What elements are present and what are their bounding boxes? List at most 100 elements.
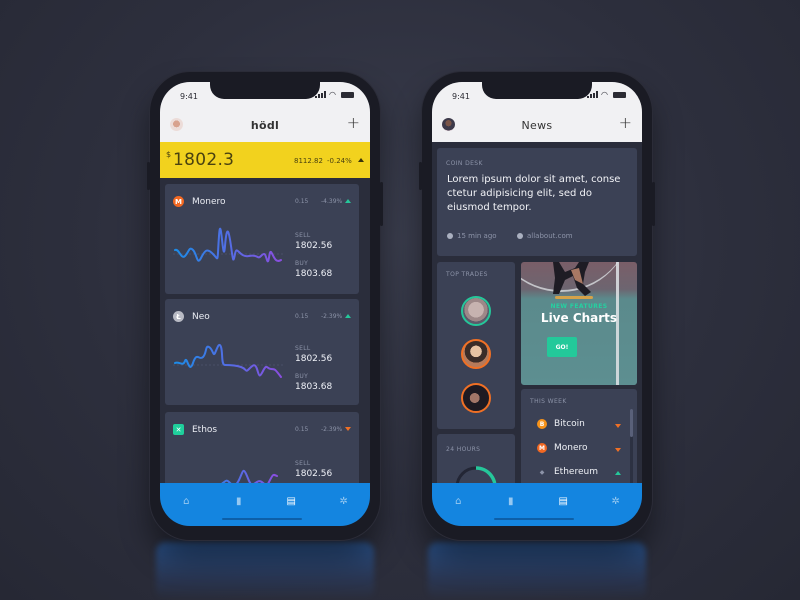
monero-icon: M	[537, 443, 547, 453]
portfolio-change: -0.24%	[327, 157, 352, 165]
right-phone: 9:41 ◠ News + COIN DESK Lorem ipsum dolo…	[419, 72, 655, 540]
trend-down-icon	[345, 427, 351, 431]
sell-price: 1802.56	[295, 469, 333, 479]
trend-up-icon	[615, 471, 621, 475]
sell-label: SELL	[295, 460, 311, 467]
app-title: News	[521, 118, 553, 132]
tab-stats-icon[interactable]: ▮	[229, 492, 249, 512]
promo-subtitle: NEW FEATURES	[550, 303, 608, 310]
home-indicator[interactable]	[494, 518, 574, 520]
tab-bar: ⌂ ▮ ▤ ✲	[432, 483, 642, 526]
tab-bar: ⌂ ▮ ▤ ✲	[160, 483, 370, 526]
coin-name: Bitcoin	[554, 419, 585, 429]
currency-symbol: $	[166, 150, 172, 159]
power-button	[652, 182, 655, 226]
app-title: hödl	[250, 118, 280, 132]
battery-icon	[341, 91, 354, 98]
trend-down-icon	[615, 424, 621, 428]
monero-icon: M	[173, 196, 184, 207]
news-time: 15 min ago	[457, 232, 497, 240]
week-item-bitcoin[interactable]: B Bitcoin	[537, 419, 585, 429]
trend-up-icon	[345, 199, 351, 203]
week-item-ethereum[interactable]: ◆ Ethereum	[537, 467, 598, 477]
coin-name: Ethereum	[554, 467, 598, 477]
portfolio-volume: 8112.82	[294, 157, 323, 165]
tab-stats-icon[interactable]: ▮	[501, 492, 521, 512]
globe-icon	[517, 233, 523, 239]
go-button[interactable]: GO!	[547, 337, 577, 357]
coin-name: Monero	[554, 443, 588, 453]
buy-price: 1803.68	[295, 269, 333, 279]
portfolio-value: 1802.3	[173, 150, 235, 170]
litecoin-icon: Ł	[173, 311, 184, 322]
tab-settings-icon[interactable]: ✲	[334, 492, 354, 512]
ethos-icon: ✕	[173, 424, 184, 435]
scrollbar-thumb[interactable]	[630, 409, 633, 437]
portfolio-price-bar: $ 1802.3 8112.82 -0.24%	[160, 142, 370, 178]
left-phone-reflection	[156, 542, 374, 600]
tab-news-icon[interactable]: ▤	[281, 492, 301, 512]
right-screen: 9:41 ◠ News + COIN DESK Lorem ipsum dolo…	[432, 82, 642, 526]
week-item-monero[interactable]: M Monero	[537, 443, 588, 453]
volume-button	[147, 162, 150, 190]
sparkline-chart	[173, 343, 283, 378]
tab-news-icon[interactable]: ▤	[553, 492, 573, 512]
coin-change: -4.39%	[321, 198, 343, 205]
trader-avatar[interactable]	[461, 296, 491, 326]
coin-change: -2.39%	[321, 313, 343, 320]
coin-card-neo[interactable]: Ł Neo 0.15 -2.39% SELL 1802.56 BUY 1803.…	[165, 299, 359, 405]
top-trades-panel: TOP TRADES	[437, 262, 515, 429]
news-card[interactable]: COIN DESK Lorem ipsum dolor sit amet, co…	[437, 148, 637, 256]
coin-quantity: 0.15	[295, 426, 309, 433]
clock-icon	[447, 233, 453, 239]
wifi-icon: ◠	[601, 90, 608, 99]
buy-label: BUY	[295, 260, 309, 267]
tab-settings-icon[interactable]: ✲	[606, 492, 626, 512]
news-headline: Lorem ipsum dolor sit amet, conse ctetur…	[447, 174, 621, 213]
trader-avatar[interactable]	[461, 339, 491, 369]
trend-down-icon	[615, 448, 621, 452]
top-trades-label: TOP TRADES	[446, 271, 488, 278]
tab-home-icon[interactable]: ⌂	[448, 492, 468, 512]
notch	[482, 82, 592, 99]
promo-title: Live Charts	[540, 311, 618, 325]
this-week-label: THIS WEEK	[530, 398, 567, 405]
coin-quantity: 0.15	[295, 198, 309, 205]
tab-home-icon[interactable]: ⌂	[176, 492, 196, 512]
coin-card-monero[interactable]: M Monero 0.15 -4.39% SELL 1802.56 BUY 18…	[165, 184, 359, 294]
sell-label: SELL	[295, 345, 311, 352]
scrollbar[interactable]	[630, 409, 633, 489]
ethereum-icon: ◆	[539, 468, 545, 476]
24-hours-label: 24 HOURS	[446, 446, 481, 453]
profile-avatar[interactable]	[442, 118, 455, 131]
add-icon[interactable]: +	[347, 115, 360, 131]
home-indicator[interactable]	[222, 518, 302, 520]
sell-price: 1802.56	[295, 354, 333, 364]
volume-button	[419, 162, 422, 190]
trend-up-icon	[358, 158, 364, 162]
app-bar: hödl +	[160, 108, 370, 142]
trend-up-icon	[345, 314, 351, 318]
coin-quantity: 0.15	[295, 313, 309, 320]
left-screen: 9:41 ◠ hödl + $ 1802.3 8112.82 -0.24% M …	[160, 82, 370, 526]
profile-avatar[interactable]	[170, 118, 183, 131]
notch	[210, 82, 320, 99]
left-phone: 9:41 ◠ hödl + $ 1802.3 8112.82 -0.24% M …	[147, 72, 383, 540]
skater-image	[553, 262, 593, 299]
trader-avatar[interactable]	[461, 383, 491, 413]
coin-name: Neo	[192, 311, 210, 322]
live-charts-promo[interactable]: NEW FEATURES Live Charts GO!	[521, 262, 637, 385]
news-site: allabout.com	[527, 232, 573, 240]
coin-name: Monero	[192, 196, 226, 207]
app-bar: News +	[432, 108, 642, 142]
sell-label: SELL	[295, 232, 311, 239]
status-time: 9:41	[180, 92, 198, 101]
news-source: COIN DESK	[446, 160, 483, 167]
buy-price: 1803.68	[295, 382, 333, 392]
add-icon[interactable]: +	[619, 115, 632, 131]
power-button	[380, 182, 383, 226]
coin-name: Ethos	[192, 424, 218, 435]
right-phone-reflection	[428, 542, 646, 600]
sell-price: 1802.56	[295, 241, 333, 251]
bitcoin-icon: B	[537, 419, 547, 429]
